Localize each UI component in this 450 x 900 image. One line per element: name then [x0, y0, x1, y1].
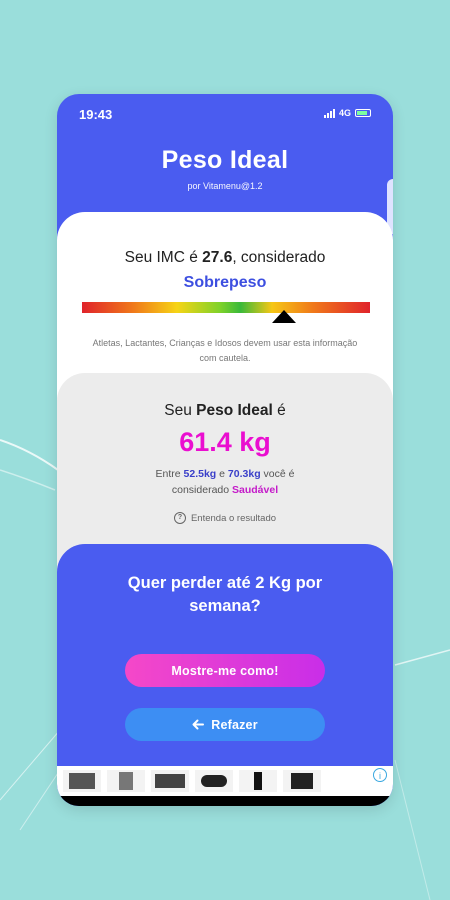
app-subtitle: por Vitamenu@1.2	[187, 181, 263, 191]
ideal-suffix: é	[272, 402, 286, 419]
ad-product-image[interactable]	[63, 770, 101, 792]
ad-product-image[interactable]	[151, 770, 189, 792]
imc-scale-bar	[82, 302, 370, 313]
phone-screen: 19:43 4G Peso Ideal por Vitamenu@1.2 Seu…	[57, 94, 393, 806]
imc-suffix: , considerado	[232, 249, 326, 266]
ideal-label: Peso Ideal	[196, 402, 273, 419]
ad-product-image[interactable]	[283, 770, 321, 792]
redo-label: Refazer	[211, 717, 258, 732]
status-indicators: 4G	[323, 108, 371, 118]
question-circle-icon: ?	[173, 512, 186, 524]
network-type: 4G	[338, 108, 351, 118]
signal-icon	[323, 108, 335, 118]
understand-result-link[interactable]: ? Entenda o resultado	[57, 512, 393, 524]
show-me-how-button[interactable]: Mostre-me como!	[125, 654, 325, 687]
range-prefix: Entre	[155, 468, 184, 480]
healthy-range-text: Entre 52.5kg e 70.3kg você é considerado …	[97, 466, 353, 498]
ad-product-image[interactable]	[239, 770, 277, 792]
status-time: 19:43	[79, 107, 113, 122]
scale-pointer-icon	[271, 310, 296, 323]
arrow-left-icon	[192, 719, 205, 730]
ideal-prefix: Seu	[164, 402, 197, 419]
ideal-weight-value: 61.4 kg	[179, 427, 271, 457]
ad-info-icon[interactable]: i	[373, 768, 387, 782]
app-title: Peso Ideal	[161, 146, 289, 174]
battery-icon	[355, 109, 371, 117]
redo-button[interactable]: Refazer	[125, 708, 325, 741]
warning-text: Atletas, Lactantes, Crianças e Idosos de…	[92, 338, 358, 363]
app-header: Peso Ideal por Vitamenu@1.2	[57, 146, 393, 191]
imc-line: Seu IMC é 27.6, considerado	[57, 249, 393, 267]
promo-question: Quer perder até 2 Kg por semana?	[127, 574, 323, 615]
status-bar: 19:43 4G	[57, 94, 393, 134]
imc-prefix: Seu IMC é	[124, 249, 203, 266]
range-min: 52.5kg	[183, 468, 217, 480]
range-max: 70.3kg	[227, 468, 261, 480]
ad-product-image[interactable]	[195, 770, 233, 792]
show-me-how-label: Mostre-me como!	[171, 663, 279, 678]
ad-banner[interactable]: i	[57, 766, 393, 796]
navigation-bar	[57, 796, 393, 806]
ad-product-image[interactable]	[107, 770, 145, 792]
considered-text: considerado	[171, 484, 232, 496]
imc-value: 27.6	[202, 249, 233, 266]
ideal-line: Seu Peso Ideal é	[57, 402, 393, 420]
health-status: Saudável	[232, 484, 279, 496]
understand-result-label: Entenda o resultado	[190, 512, 277, 524]
range-middle: e	[216, 468, 228, 480]
range-suffix: você é	[260, 468, 295, 480]
imc-classification: Sobrepeso	[183, 274, 267, 291]
